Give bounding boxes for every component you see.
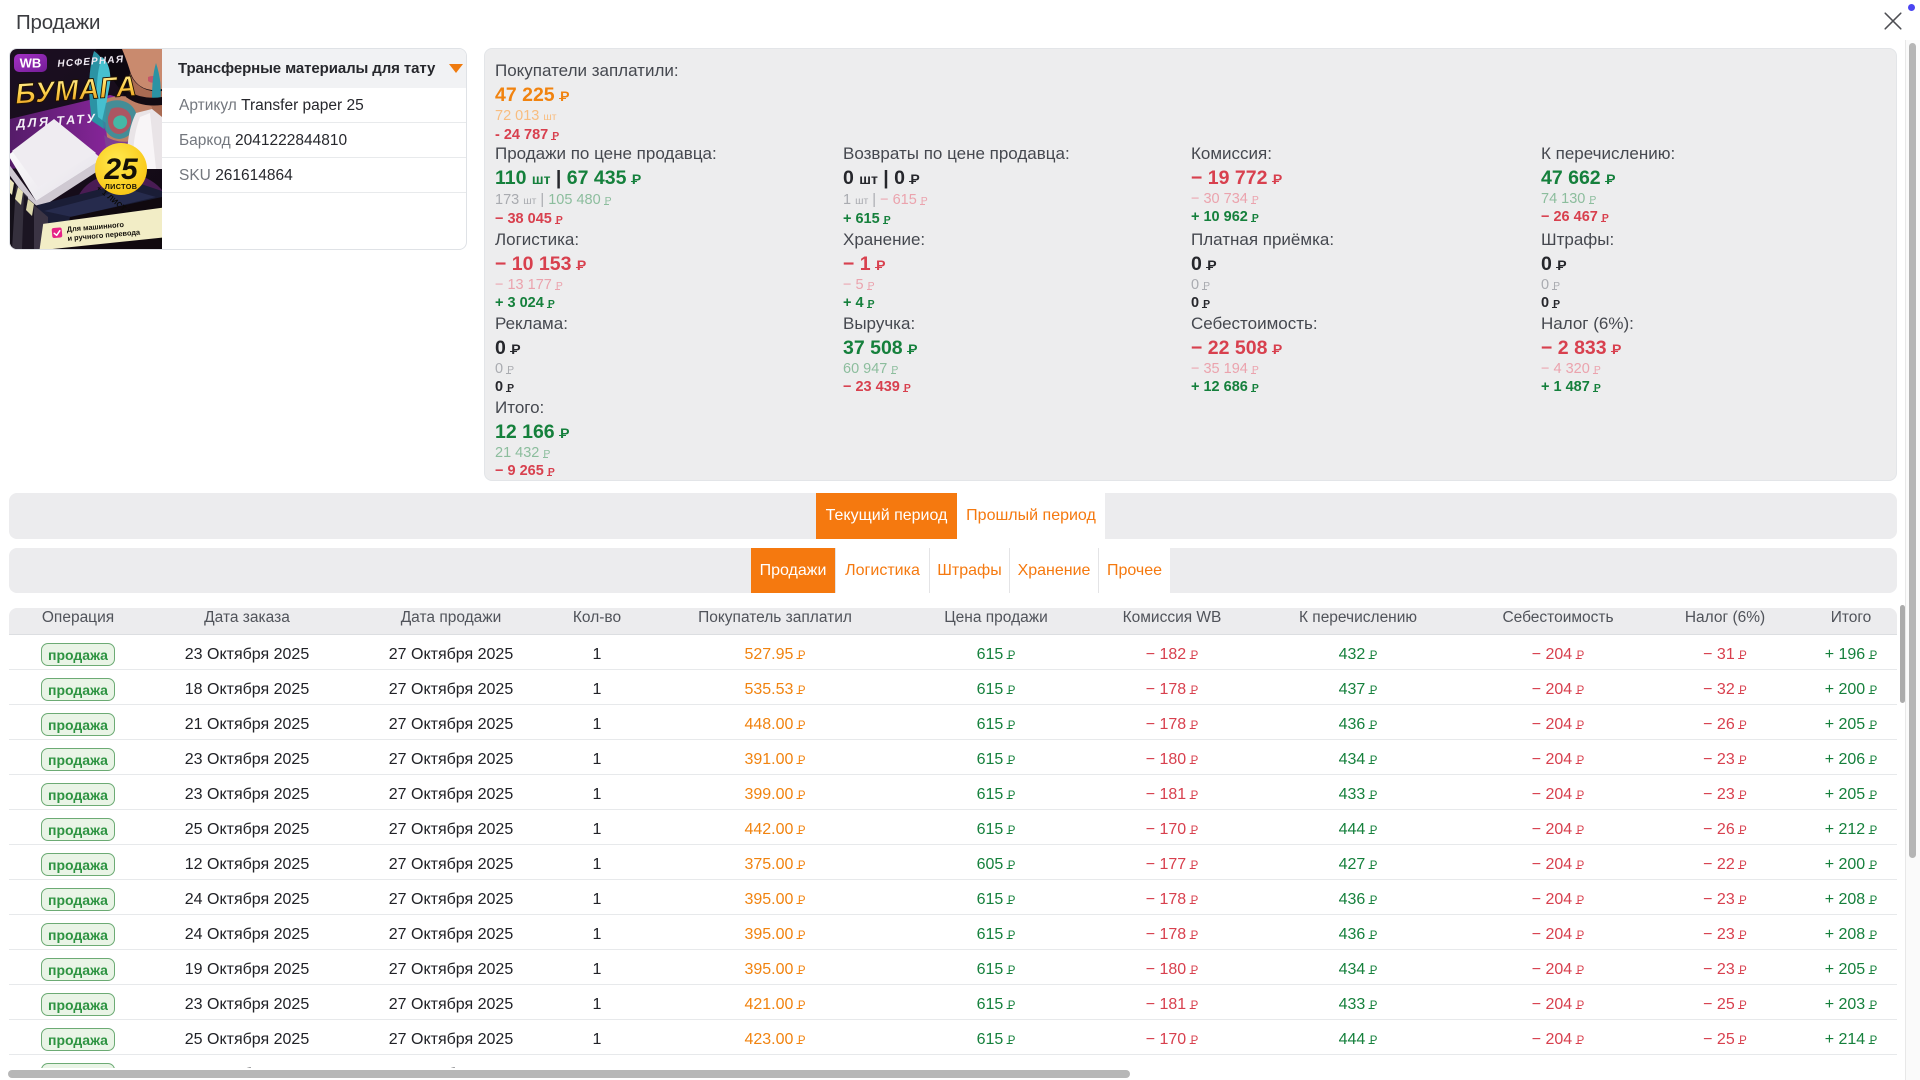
svg-text:ЛИСТОВ: ЛИСТОВ bbox=[105, 182, 138, 191]
svg-text:WB: WB bbox=[20, 56, 42, 71]
